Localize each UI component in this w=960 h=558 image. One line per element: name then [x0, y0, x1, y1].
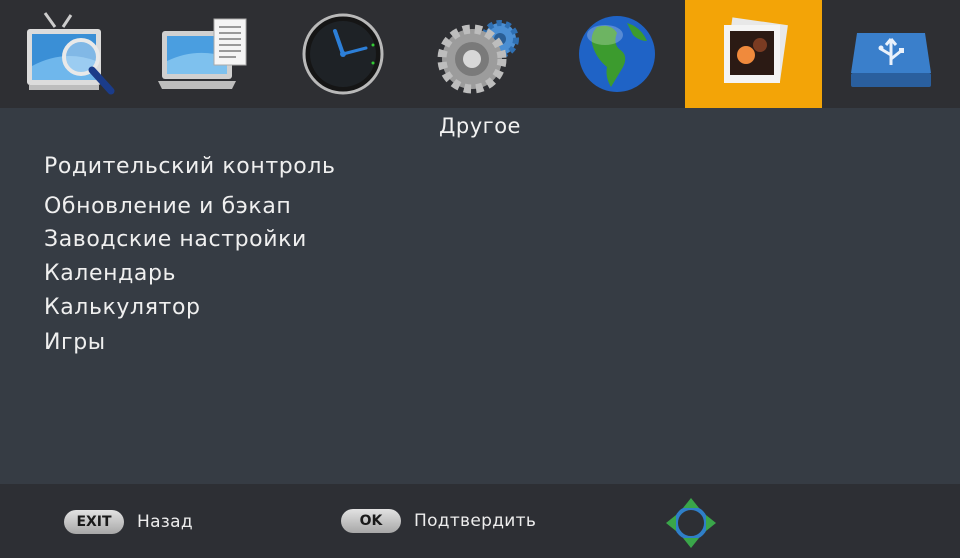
- tab-tv[interactable]: [0, 0, 137, 108]
- page-title: Другое: [439, 114, 521, 138]
- tab-epg[interactable]: [137, 0, 274, 108]
- dpad-navigation-icon: [666, 498, 716, 548]
- clock-icon: [302, 13, 383, 95]
- tab-network[interactable]: [548, 0, 685, 108]
- menu-item-games[interactable]: Игры: [44, 330, 106, 355]
- epg-guide-icon: [157, 18, 246, 89]
- tab-time[interactable]: [274, 0, 411, 108]
- exit-key-badge[interactable]: EXIT: [64, 510, 124, 534]
- category-bar: [0, 0, 960, 108]
- tab-usb[interactable]: [822, 0, 959, 108]
- globe-icon: [578, 16, 655, 92]
- settings-gears-icon: [437, 20, 519, 94]
- exit-hint-label: Назад: [137, 512, 193, 532]
- menu-item-parental-control[interactable]: Родительский контроль: [44, 154, 336, 179]
- menu-item-factory-settings[interactable]: Заводские настройки: [44, 227, 307, 252]
- tab-media[interactable]: [685, 0, 822, 108]
- menu-item-calculator[interactable]: Калькулятор: [44, 295, 201, 320]
- tab-settings[interactable]: [411, 0, 548, 108]
- usb-drive-icon: [850, 33, 931, 87]
- menu-item-update-backup[interactable]: Обновление и бэкап: [44, 194, 291, 219]
- ok-hint-label: Подтвердить: [414, 511, 537, 531]
- tv-channels-icon: [26, 12, 114, 95]
- menu-item-calendar[interactable]: Календарь: [44, 261, 176, 286]
- media-photos-icon: [723, 17, 788, 83]
- ok-key-badge[interactable]: OK: [341, 509, 401, 533]
